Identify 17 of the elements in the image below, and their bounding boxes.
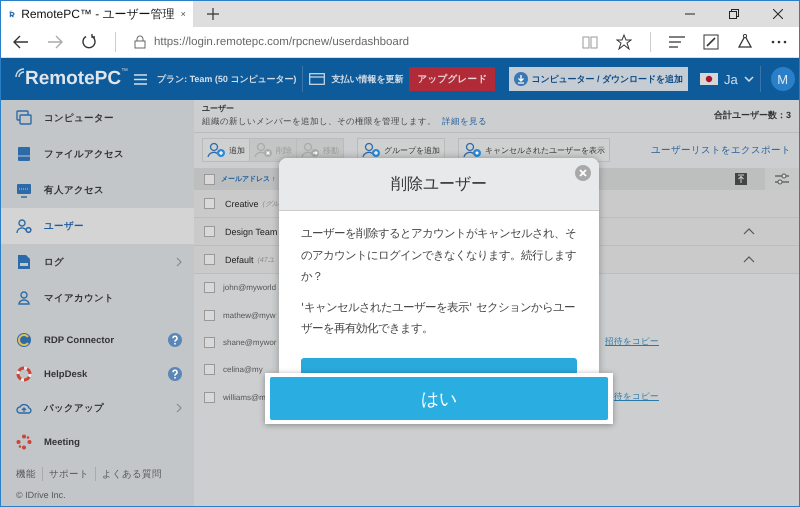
user-email: williams@m bbox=[223, 392, 266, 402]
logo-text: RemotePC bbox=[25, 68, 122, 90]
tab-title: RemotePC™ - ユーザー管理 bbox=[21, 6, 175, 22]
user-email: mathew@myw bbox=[223, 310, 276, 320]
total-users: 合計ユーザー数：3 bbox=[714, 109, 791, 122]
dialog-title: 削除ユーザー bbox=[391, 174, 487, 194]
group-name: Creative bbox=[225, 198, 259, 208]
user-email: shane@mywor bbox=[223, 338, 276, 347]
user-email: john@myworld bbox=[223, 283, 276, 292]
group-name: Default bbox=[225, 254, 254, 264]
user-email: celina@my bbox=[223, 365, 263, 374]
dialog-message: 'キャンセルされたユーザーを表示' セクションからユーザーを再有効化できます。 bbox=[301, 300, 576, 337]
copyright: © IDrive Inc. bbox=[15, 489, 67, 500]
page-title: ユーザー bbox=[202, 103, 235, 114]
page-description: 組織の新しいメンバーを追加し、その権限を管理します。 bbox=[202, 116, 436, 128]
group-name: Design Team bbox=[225, 226, 278, 236]
plan-label: プラン: Team (50 コンピューター) bbox=[157, 72, 296, 86]
